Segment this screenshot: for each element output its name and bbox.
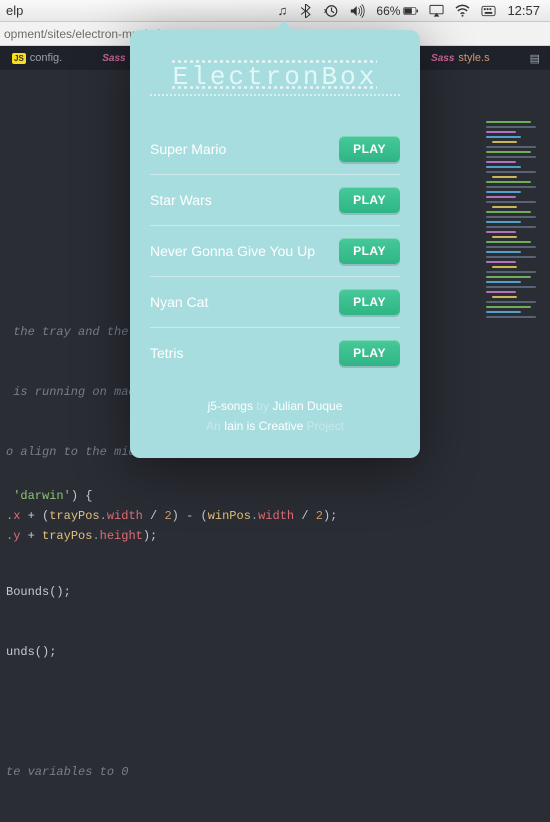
play-button[interactable]: PLAY bbox=[339, 187, 400, 213]
play-button[interactable]: PLAY bbox=[339, 136, 400, 162]
code-block: 'darwin') { .x + (trayPos.width / 2) - (… bbox=[6, 486, 337, 546]
song-name: Star Wars bbox=[150, 192, 212, 208]
airplay-icon[interactable] bbox=[429, 4, 444, 18]
tab-config[interactable]: JSconfig. bbox=[12, 52, 62, 64]
app-title: ElectronBox bbox=[150, 62, 400, 96]
music-note-icon[interactable]: ♫ bbox=[278, 3, 288, 18]
credits-project-link[interactable]: j5-songs bbox=[208, 399, 253, 413]
sass-icon: Sass bbox=[102, 53, 125, 64]
battery-indicator[interactable]: 66% bbox=[376, 4, 418, 18]
menu-help[interactable]: elp bbox=[0, 3, 23, 18]
play-button[interactable]: PLAY bbox=[339, 340, 400, 366]
song-name: Never Gonna Give You Up bbox=[150, 243, 315, 259]
volume-icon[interactable] bbox=[350, 4, 365, 18]
battery-pct: 66% bbox=[376, 4, 400, 18]
song-name: Super Mario bbox=[150, 141, 226, 157]
input-source-icon[interactable] bbox=[481, 4, 496, 18]
tab-style-right[interactable]: Sassstyle.s bbox=[431, 52, 490, 64]
song-row: Super Mario PLAY bbox=[150, 124, 400, 175]
song-name: Nyan Cat bbox=[150, 294, 208, 310]
credits-site-link[interactable]: Iain is Creative bbox=[224, 419, 303, 433]
wifi-icon[interactable] bbox=[455, 4, 470, 18]
popover-arrow-icon bbox=[272, 21, 296, 33]
song-row: Star Wars PLAY bbox=[150, 175, 400, 226]
credits: j5-songs by Julian Duque An Iain is Crea… bbox=[150, 396, 400, 436]
play-button[interactable]: PLAY bbox=[339, 238, 400, 264]
song-name: Tetris bbox=[150, 345, 183, 361]
bluetooth-icon[interactable] bbox=[298, 4, 313, 18]
js-icon: JS bbox=[12, 53, 26, 64]
time-machine-icon[interactable] bbox=[324, 4, 339, 18]
credits-author-link[interactable]: Julian Duque bbox=[272, 399, 342, 413]
menubar-clock[interactable]: 12:57 bbox=[507, 3, 540, 18]
song-list: Super Mario PLAY Star Wars PLAY Never Go… bbox=[150, 124, 400, 378]
book-icon[interactable]: ▤ bbox=[530, 52, 540, 65]
minimap[interactable] bbox=[478, 118, 548, 530]
sass-icon: Sass bbox=[431, 53, 454, 64]
macos-menubar: elp ♫ 66% 12:57 bbox=[0, 0, 550, 22]
song-row: Nyan Cat PLAY bbox=[150, 277, 400, 328]
electronbox-popover: ElectronBox Super Mario PLAY Star Wars P… bbox=[130, 30, 420, 458]
song-row: Never Gonna Give You Up PLAY bbox=[150, 226, 400, 277]
play-button[interactable]: PLAY bbox=[339, 289, 400, 315]
song-row: Tetris PLAY bbox=[150, 328, 400, 378]
